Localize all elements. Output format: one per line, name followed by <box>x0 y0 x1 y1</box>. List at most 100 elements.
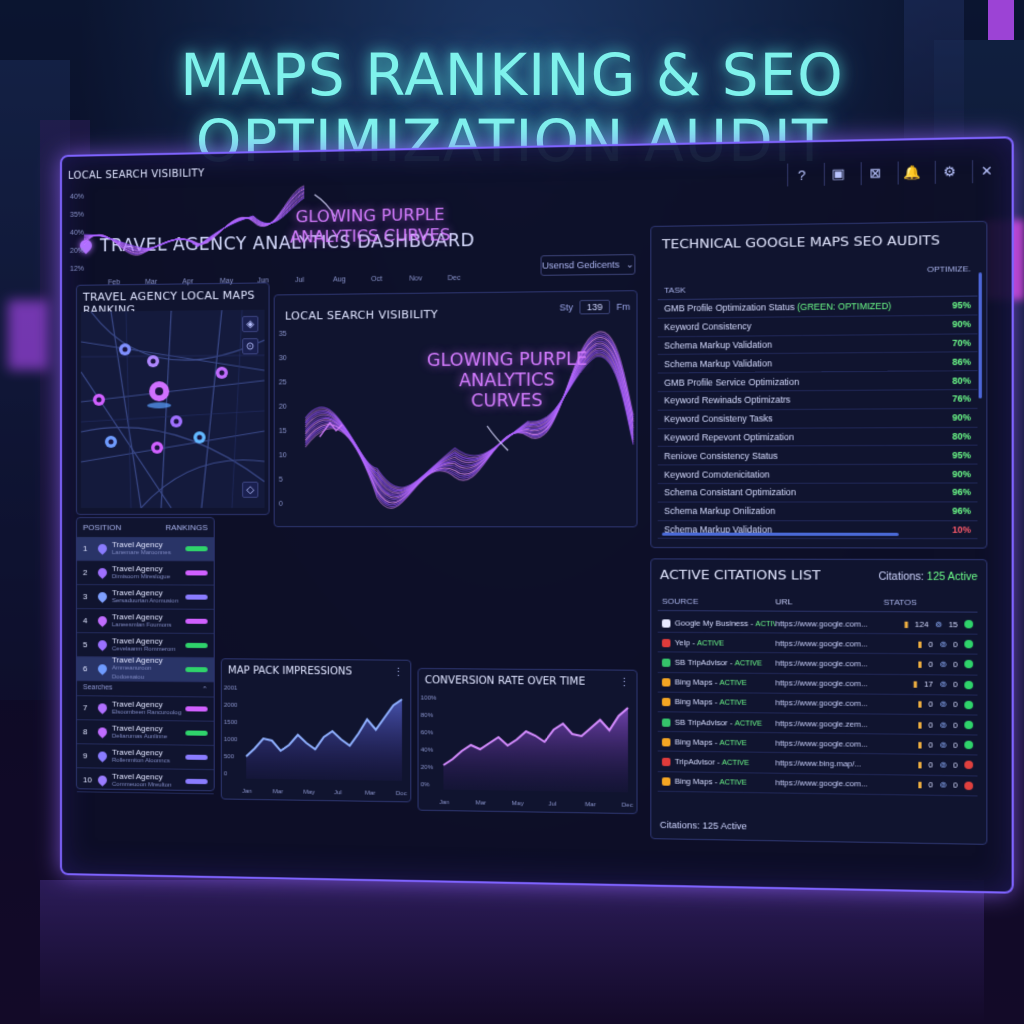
source-logo-icon <box>661 718 671 727</box>
citation-url[interactable]: https://www.google.com... <box>775 738 883 749</box>
map-pin-icon[interactable] <box>193 431 206 444</box>
audit-task: Schema Consistant Optimization <box>664 487 796 498</box>
ranking-row[interactable]: 7 Travel Agency Elsoombeen Rancuroolog <box>76 696 214 722</box>
citation-url[interactable]: https://www.bing.map/... <box>775 758 883 769</box>
chevron-up-icon[interactable]: ⌃ <box>202 685 208 693</box>
citation-row[interactable]: SB TripAdvisor - ACTIVE https://www.googl… <box>657 652 978 676</box>
audit-row[interactable]: Schema Markup Validation 10% <box>657 520 978 540</box>
citation-url[interactable]: https://www.google.com... <box>775 658 883 668</box>
map-pin-control-icon[interactable]: ⊙ <box>242 338 259 355</box>
more-menu-icon[interactable]: ⋮ <box>618 676 630 689</box>
citation-source: SB TripAdvisor - ACTIVE <box>661 717 775 728</box>
audit-task: Keyword Repevont Optimization <box>664 432 794 443</box>
ranking-row[interactable]: 4 Travel Agency Laneesmlan Foumons <box>76 609 214 634</box>
audit-horizontal-scrollbar[interactable] <box>661 532 899 536</box>
audit-row[interactable]: Reniove Consistency Status 95% <box>657 446 978 466</box>
source-active: ACTIVE <box>719 679 747 688</box>
citation-url[interactable]: https://www.google.com... <box>775 678 883 688</box>
ranking-row[interactable]: 8 Travel Agency Deliarumas Aunlinne <box>76 720 214 746</box>
edit-icon[interactable]: ⊠ <box>860 161 885 186</box>
x-tick-label: Doc <box>396 791 407 797</box>
audit-percentage: 90% <box>952 412 971 423</box>
map-view[interactable]: ◈ ⊙ ◇ <box>80 309 265 508</box>
status-count-a: 0 <box>928 760 934 770</box>
audit-percentage: 96% <box>952 487 971 498</box>
map-pin-icon[interactable] <box>151 441 164 454</box>
link-icon: ⊚ <box>939 699 947 710</box>
status-count-b: 0 <box>953 659 958 670</box>
ranking-row[interactable]: 2 Travel Agency Dimisoorn Mireslogue <box>76 561 214 586</box>
citation-url[interactable]: https://www.google.com... <box>775 638 883 648</box>
audit-percentage: 95% <box>952 300 971 311</box>
ranking-row[interactable]: 5 Travel Agency Cevelaanm Rommerom <box>76 633 214 659</box>
y-tick-label: 80% <box>421 713 434 719</box>
audit-row[interactable]: Keyword Repevont Optimization 80% <box>657 427 978 448</box>
audit-row[interactable]: Schema Markup Validation 86% <box>657 352 978 374</box>
rank-business: Travel Agency Cevelaanm Rommerom <box>112 636 185 655</box>
y-tick-label: 12% <box>70 266 84 273</box>
rank-subtitle: Dimisoorn Mireslogue <box>111 573 171 580</box>
audit-row[interactable]: Keyword Comotenicitation 90% <box>657 464 978 484</box>
citation-url[interactable]: https://www.google.com... <box>775 778 883 789</box>
citation-row[interactable]: Yelp - ACTIVE https://www.google.com... ▮ 0… <box>657 632 978 656</box>
col-position: POSITION <box>82 523 122 533</box>
x-tick-label: May <box>512 801 524 807</box>
ranking-row[interactable]: 6 Travel Agency Ammeanuroon Dodoesaiou <box>76 655 214 683</box>
map-pin-icon[interactable] <box>104 435 117 448</box>
close-icon[interactable]: ✕ <box>972 159 997 184</box>
audit-scrollbar[interactable] <box>978 272 982 399</box>
citation-source: TripAdvisor - ACTIVE <box>661 757 775 768</box>
map-pin-icon[interactable] <box>92 392 105 406</box>
status-count-b: 15 <box>948 619 958 629</box>
source-name: Yelp <box>674 637 690 648</box>
x-tick-label: Mar <box>273 789 284 795</box>
map-pin-icon[interactable] <box>147 381 172 409</box>
bar-chart-icon: ▮ <box>917 759 923 770</box>
local-search-visibility-panel: LOCAL SEARCH VISIBILITY Sty 139 Fm 35 30 2… <box>273 290 638 528</box>
audit-row[interactable]: Schema Consistant Optimization 96% <box>657 483 978 503</box>
date-range-dropdown[interactable]: Usensd Gedicents ⌄ <box>540 254 636 276</box>
check-icon <box>964 660 974 669</box>
range-control[interactable]: Sty 139 Fm <box>559 299 631 315</box>
error-icon <box>964 781 974 790</box>
citation-url[interactable]: https://www.google.com... <box>775 698 883 708</box>
range-value[interactable]: 139 <box>579 299 611 315</box>
audit-row[interactable]: GMB Profile Service Optimization 80% <box>657 371 978 393</box>
map-compass-icon[interactable]: ◇ <box>242 481 259 498</box>
x-tick-label: Nov <box>409 275 422 282</box>
rank-indicator <box>185 754 208 760</box>
anno2-line-1: GLOWING PURPLE <box>295 204 445 227</box>
ranking-row[interactable]: 1 Travel Agency Lanemare Maroonnes <box>76 537 214 562</box>
range-suffix: Fm <box>616 301 631 313</box>
help-icon[interactable]: ? <box>787 163 811 187</box>
rank-subtitle: Lanemare Maroonnes <box>111 549 171 556</box>
citation-row[interactable]: Google My Business - ACTIVE https://www.g… <box>657 613 978 635</box>
audit-row[interactable]: Schema Markup Onilization 96% <box>657 502 978 521</box>
y-tick-label: 25 <box>279 379 287 386</box>
audit-row[interactable]: Keyword Consisteny Tasks 90% <box>657 408 978 429</box>
book-icon[interactable]: ▣ <box>823 162 848 186</box>
citation-url[interactable]: https://www.google.com... <box>775 618 883 628</box>
ranking-header: POSITION RANKINGS <box>77 518 214 537</box>
audit-row[interactable]: Keyword Rewinads Optimizatrs 76% <box>657 390 978 411</box>
map-pin-icon[interactable] <box>118 343 132 356</box>
map-pin-icon[interactable] <box>147 355 160 368</box>
map-pin-icon[interactable] <box>215 366 228 379</box>
ranking-row[interactable]: 9 Travel Agency Rollenmiton Aloonncs <box>76 744 214 771</box>
status-count-b: 0 <box>953 679 958 690</box>
citation-row[interactable]: Bing Maps - ACTIVE https://www.google.com… <box>657 771 978 797</box>
bar-chart-icon: ▮ <box>917 639 923 649</box>
bell-icon[interactable]: 🔔 <box>897 161 922 185</box>
ranking-row[interactable]: 3 Travel Agency Sersaduurtan Aromusion <box>76 585 214 610</box>
gear-icon[interactable]: ⚙ <box>934 160 959 184</box>
ranking-row[interactable]: 10 Travel Agency Commeuoon Mreulton <box>76 768 214 795</box>
x-tick-label: Jul <box>548 801 556 807</box>
map-locate-icon[interactable]: ◈ <box>242 315 259 333</box>
rank-indicator <box>185 778 208 785</box>
rank-number: 5 <box>82 640 88 650</box>
citation-url[interactable]: https://www.google.zem... <box>775 718 883 729</box>
audit-task-text: Keyword Comotenicitation <box>664 468 770 480</box>
citation-status: ▮ 0 ⊚ 0 <box>883 699 974 710</box>
map-pin-icon[interactable] <box>170 415 183 428</box>
more-menu-icon[interactable]: ⋮ <box>393 666 404 679</box>
